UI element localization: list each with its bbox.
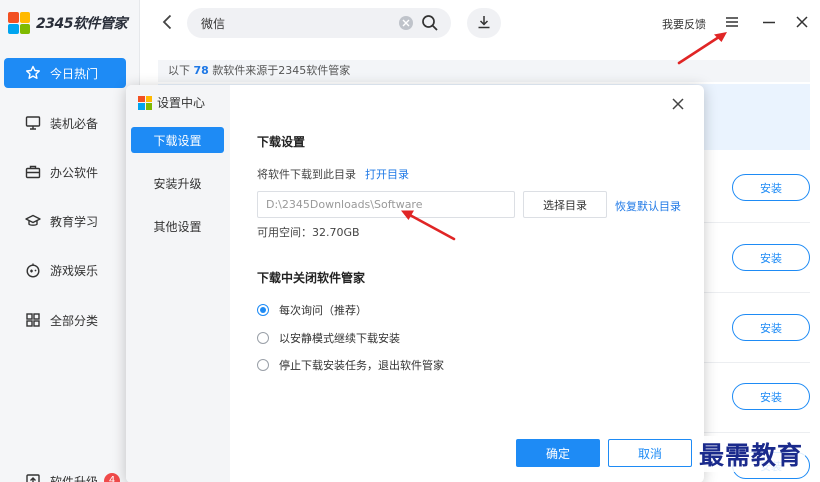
radio-stop-and-exit[interactable]: 停止下载安装任务，退出软件管家	[257, 357, 444, 373]
radio-button-selected[interactable]	[257, 304, 269, 316]
sidebar-item-office[interactable]: 办公软件	[4, 157, 126, 187]
count-suffix: 款软件来源于2345软件管家	[212, 64, 351, 77]
radio-button[interactable]	[257, 332, 269, 344]
sidebar-item-label: 装机必备	[50, 116, 99, 131]
download-settings-title: 下载设置	[257, 135, 306, 149]
star-icon	[24, 64, 42, 82]
ok-button[interactable]: 确定	[516, 439, 600, 467]
dialog-title: 设置中心	[138, 94, 205, 111]
install-button[interactable]: 安装	[732, 244, 810, 271]
settings-dialog: 设置中心 下载设置 安装升级 其他设置 下载设置 将软件下载到此目录 打开目录 …	[126, 85, 704, 482]
grid-icon	[24, 311, 42, 329]
minimize-icon[interactable]	[762, 15, 776, 29]
radio-label: 停止下载安装任务，退出软件管家	[279, 359, 444, 372]
watermark: 最需教育	[697, 436, 806, 472]
choose-dir-button[interactable]: 选择目录	[523, 191, 607, 218]
briefcase-icon	[24, 163, 42, 181]
tab-other-settings[interactable]: 其他设置	[131, 213, 224, 239]
free-space-label: 可用空间：32.70GB	[257, 226, 360, 239]
sidebar-item-label: 办公软件	[50, 165, 99, 180]
annotation-arrow-icon	[677, 32, 727, 65]
install-button[interactable]: 安装	[732, 314, 810, 341]
dialog-title-text: 设置中心	[157, 96, 206, 110]
back-icon[interactable]	[158, 12, 178, 32]
clear-search-icon[interactable]	[399, 16, 413, 30]
close-icon[interactable]	[795, 15, 809, 29]
radio-label: 以安静模式继续下载安装	[279, 332, 400, 345]
logo-text: 2345软件管家	[36, 16, 127, 32]
sidebar-item-hot[interactable]: 今日热门	[4, 58, 126, 88]
open-dir-link[interactable]: 打开目录	[365, 166, 409, 182]
sidebar: 2345软件管家 今日热门 装机必备 办公软件 教育学习 游戏娱乐 全部分类 软…	[0, 0, 140, 482]
restore-default-dir-link[interactable]: 恢复默认目录	[615, 198, 681, 214]
tab-install-upgrade[interactable]: 安装升级	[131, 170, 224, 196]
result-count: 78	[193, 64, 209, 77]
annotation-arrow-icon	[401, 210, 456, 241]
download-path-field[interactable]: D:\2345Downloads\Software	[257, 191, 515, 218]
search-bar[interactable]: 微信	[187, 8, 451, 38]
dialog-close-icon[interactable]	[671, 97, 685, 111]
app-logo: 2345软件管家	[8, 10, 127, 36]
sidebar-item-essentials[interactable]: 装机必备	[4, 108, 126, 138]
install-button[interactable]: 安装	[732, 383, 810, 410]
close-behavior-title: 下载中关闭软件管家	[257, 271, 366, 285]
download-manager-button[interactable]	[467, 8, 501, 38]
sidebar-item-label: 游戏娱乐	[50, 263, 99, 278]
logo-mark-icon	[138, 95, 152, 110]
sidebar-item-games[interactable]: 游戏娱乐	[4, 255, 126, 285]
install-button[interactable]: 安装	[732, 174, 810, 201]
cancel-button[interactable]: 取消	[608, 439, 692, 467]
radio-button[interactable]	[257, 359, 269, 371]
monitor-icon	[24, 114, 42, 132]
search-icon[interactable]	[421, 14, 439, 32]
sidebar-item-upgrade[interactable]: 软件升级 4	[4, 466, 126, 482]
upgrade-icon	[24, 472, 42, 482]
radio-silent-mode[interactable]: 以安静模式继续下载安装	[257, 330, 400, 346]
radio-label: 每次询问（推荐）	[279, 304, 367, 317]
sidebar-item-label: 今日热门	[50, 66, 99, 81]
sidebar-item-label: 软件升级	[50, 474, 99, 482]
gamepad-icon	[24, 261, 42, 279]
settings-nav: 设置中心 下载设置 安装升级 其他设置	[126, 85, 230, 482]
sidebar-item-label: 全部分类	[50, 313, 99, 328]
sidebar-item-all-categories[interactable]: 全部分类	[4, 305, 126, 335]
download-dir-label: 将软件下载到此目录	[257, 168, 356, 181]
graduation-cap-icon	[24, 212, 42, 230]
logo-mark-icon	[8, 12, 30, 34]
download-icon	[476, 14, 492, 33]
tab-download-settings[interactable]: 下载设置	[131, 127, 224, 153]
radio-ask-every-time[interactable]: 每次询问（推荐）	[257, 302, 367, 318]
upgrade-count-badge: 4	[104, 473, 121, 482]
search-input[interactable]: 微信	[201, 15, 399, 32]
count-prefix: 以下	[168, 64, 190, 77]
sidebar-item-label: 教育学习	[50, 214, 99, 229]
sidebar-item-education[interactable]: 教育学习	[4, 206, 126, 236]
